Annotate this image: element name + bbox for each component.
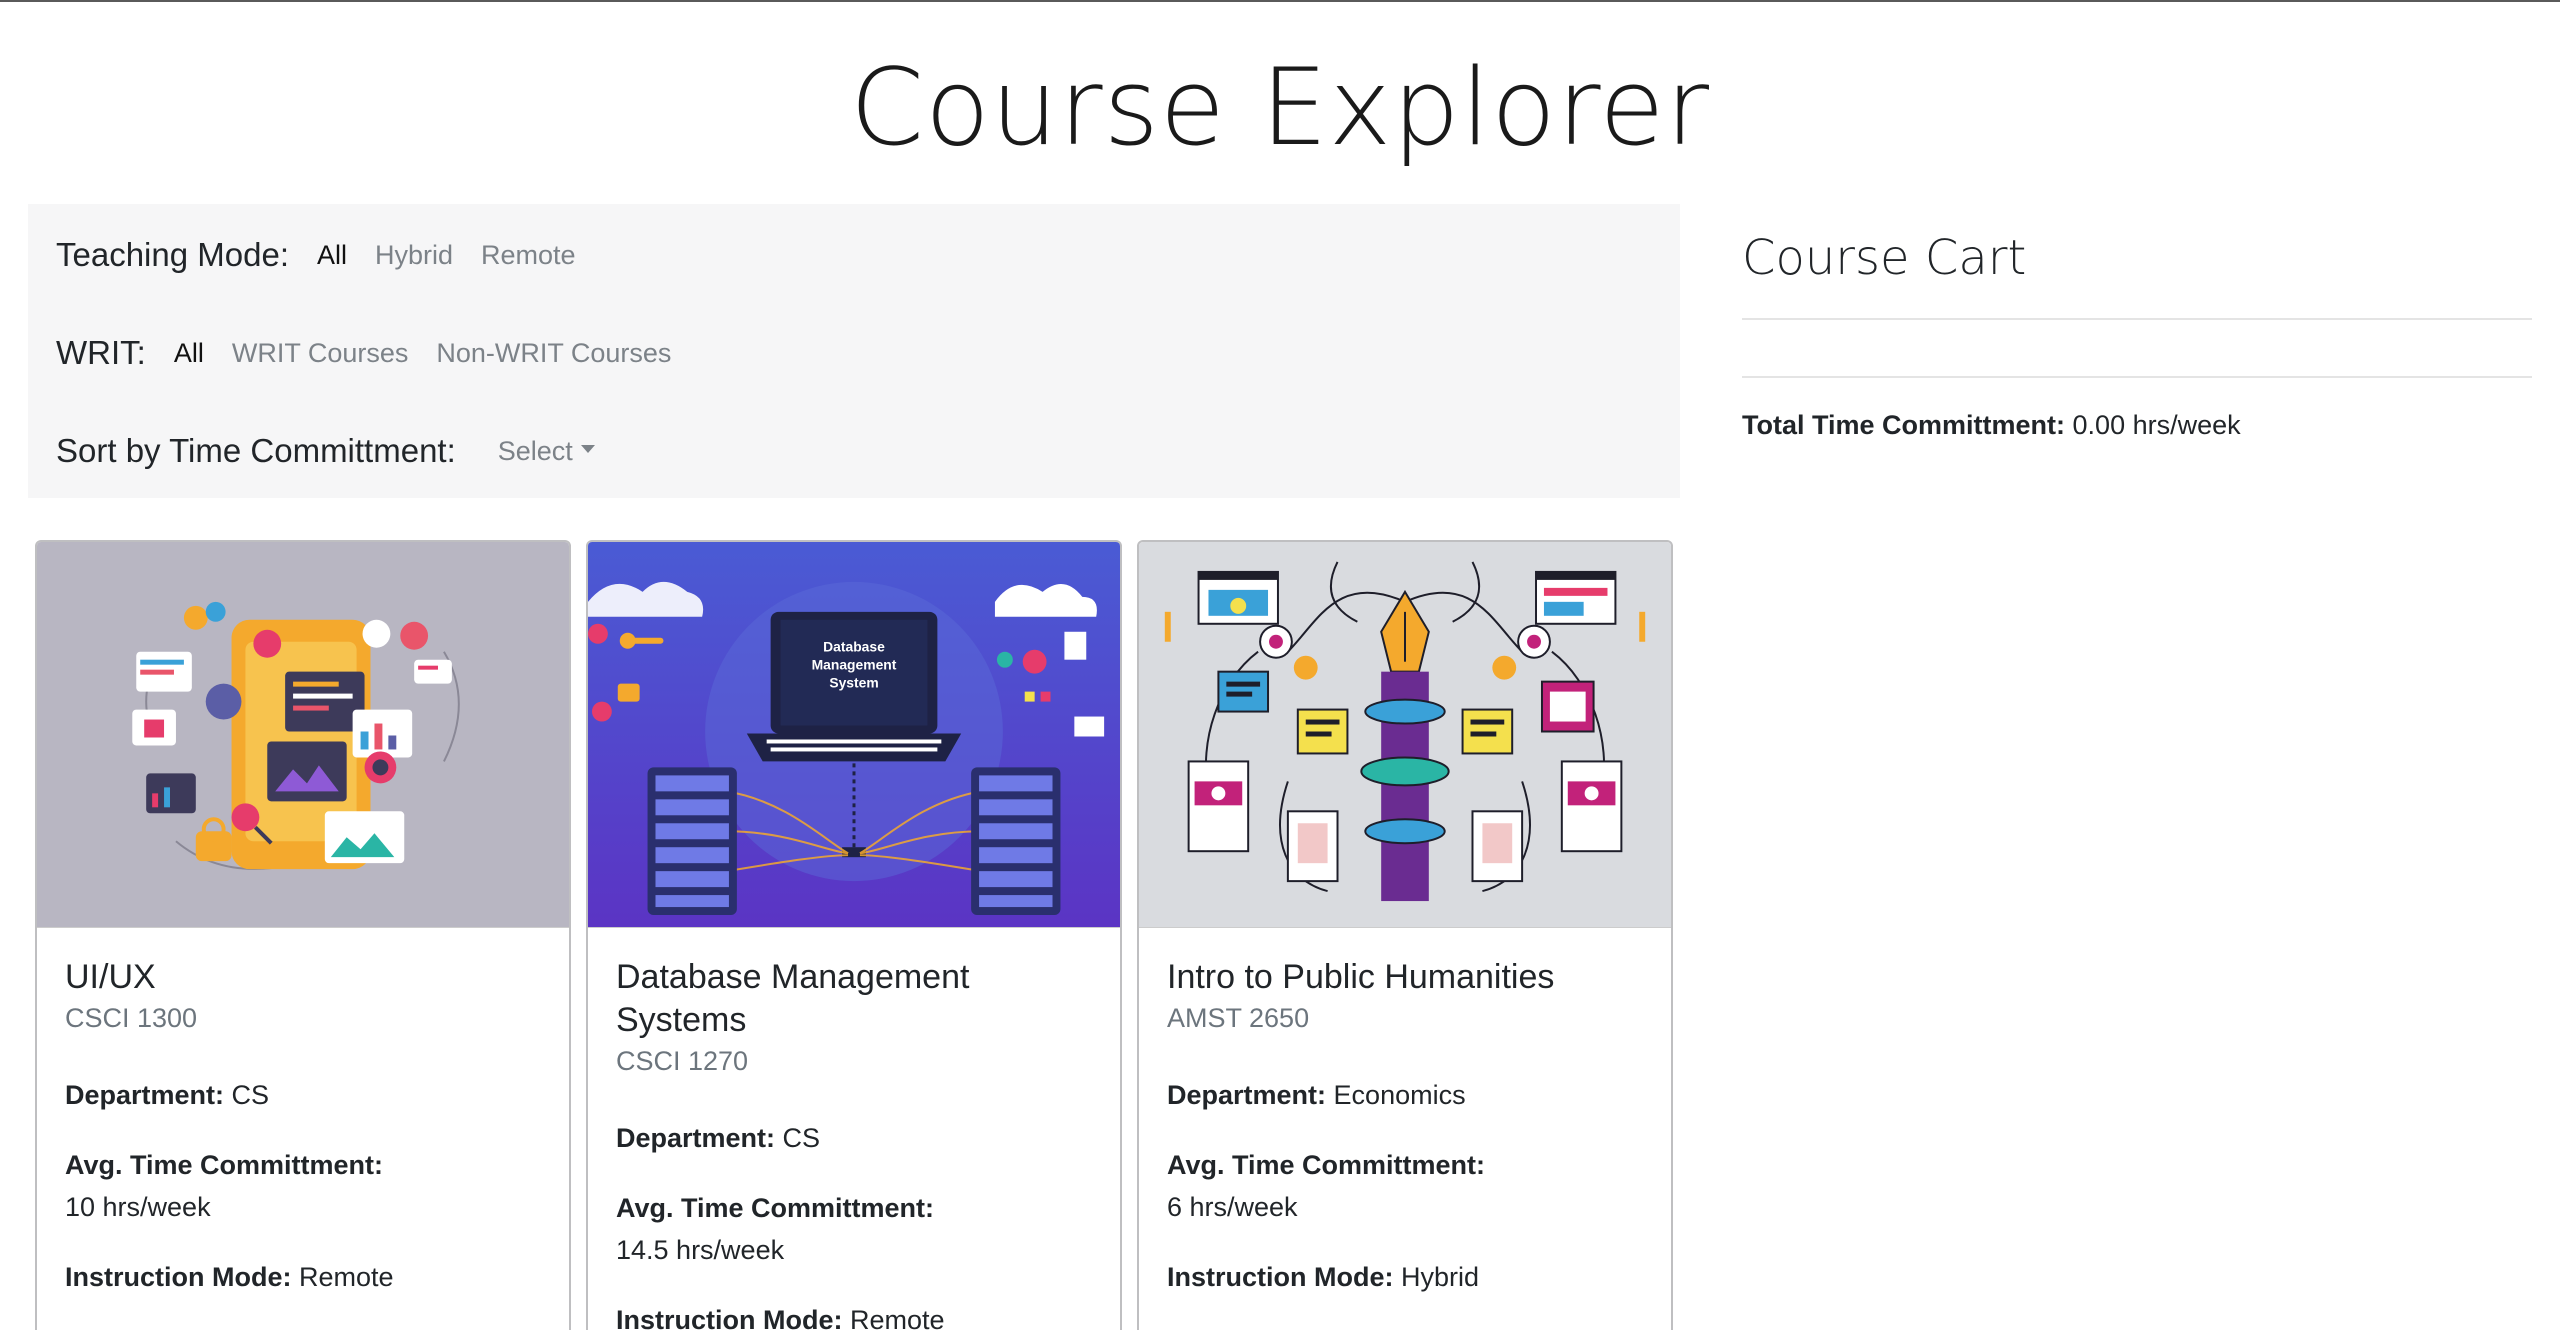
db-screen-line3: System xyxy=(829,675,878,691)
uiux-illustration xyxy=(37,542,569,928)
card-body: Intro to Public Humanities AMST 2650 Dep… xyxy=(1139,928,1671,1298)
time-label: Avg. Time Committment: xyxy=(616,1193,935,1223)
sort-dropdown[interactable]: Select xyxy=(498,436,595,467)
database-illustration: Database Management System xyxy=(588,542,1120,928)
cart-divider xyxy=(1742,318,2532,320)
db-screen-line1: Database xyxy=(823,639,885,655)
writ-courses[interactable]: WRIT Courses xyxy=(232,338,409,369)
caret-down-icon xyxy=(580,445,595,454)
department-label: Department: xyxy=(616,1123,776,1153)
time-label: Avg. Time Committment: xyxy=(65,1150,384,1180)
time-value: 6 hrs/week xyxy=(1167,1192,1298,1222)
course-card[interactable]: Database Management System Database Mana… xyxy=(586,540,1122,1330)
mode-label: Instruction Mode: xyxy=(616,1305,843,1330)
course-card[interactable]: Intro to Public Humanities AMST 2650 Dep… xyxy=(1137,540,1673,1330)
course-department: Department: CS xyxy=(616,1117,1092,1159)
mode-value: Remote xyxy=(299,1262,394,1292)
department-value: CS xyxy=(231,1080,270,1110)
time-value: 10 hrs/week xyxy=(65,1192,211,1222)
teaching-mode-all[interactable]: All xyxy=(317,240,347,271)
humanities-illustration xyxy=(1139,542,1671,928)
course-time: Avg. Time Committment: 10 hrs/week xyxy=(65,1144,541,1228)
teaching-mode-label: Teaching Mode: xyxy=(56,236,289,273)
mode-value: Remote xyxy=(850,1305,945,1330)
course-mode: Instruction Mode: Remote xyxy=(616,1299,1092,1330)
writ-all[interactable]: All xyxy=(174,338,204,369)
writ-label: WRIT: xyxy=(56,334,146,371)
card-body: UI/UX CSCI 1300 Department: CS Avg. Time… xyxy=(37,928,569,1298)
teaching-mode-filter: Teaching Mode: All Hybrid Remote xyxy=(56,232,604,278)
course-mode: Instruction Mode: Hybrid xyxy=(1167,1256,1643,1298)
course-department: Department: CS xyxy=(65,1074,541,1116)
mode-label: Instruction Mode: xyxy=(1167,1262,1394,1292)
cart-total: Total Time Committment: 0.00 hrs/week xyxy=(1742,410,2241,441)
db-screen-line2: Management xyxy=(812,657,897,673)
course-code: CSCI 1270 xyxy=(616,1046,749,1076)
course-department: Department: Economics xyxy=(1167,1074,1643,1116)
cart-divider xyxy=(1742,376,2532,378)
sort-label: Sort by Time Committment: xyxy=(56,432,456,469)
non-writ-courses[interactable]: Non-WRIT Courses xyxy=(436,338,671,369)
cart-total-value: 0.00 hrs/week xyxy=(2072,410,2241,440)
course-time: Avg. Time Committment: 14.5 hrs/week xyxy=(616,1187,1092,1271)
course-card[interactable]: UI/UX CSCI 1300 Department: CS Avg. Time… xyxy=(35,540,571,1330)
cart-title: Course Cart xyxy=(1742,230,2027,286)
cart-total-label: Total Time Committment: xyxy=(1742,410,2066,440)
department-label: Department: xyxy=(1167,1080,1327,1110)
department-label: Department: xyxy=(65,1080,225,1110)
time-label: Avg. Time Committment: xyxy=(1167,1150,1486,1180)
course-title: Database Management Systems xyxy=(616,958,970,1039)
course-title: UI/UX xyxy=(65,958,156,996)
filter-panel: Teaching Mode: All Hybrid Remote WRIT: A… xyxy=(28,204,1680,498)
mode-label: Instruction Mode: xyxy=(65,1262,292,1292)
writ-filter: WRIT: All WRIT Courses Non-WRIT Courses xyxy=(56,330,699,376)
course-code: AMST 2650 xyxy=(1167,1003,1310,1033)
course-title: Intro to Public Humanities xyxy=(1167,958,1555,996)
department-value: CS xyxy=(782,1123,821,1153)
teaching-mode-remote[interactable]: Remote xyxy=(481,240,576,271)
course-code: CSCI 1300 xyxy=(65,1003,198,1033)
page-title: Course Explorer xyxy=(849,46,1711,169)
sort-dropdown-label: Select xyxy=(497,435,573,466)
teaching-mode-hybrid[interactable]: Hybrid xyxy=(375,240,453,271)
mode-value: Hybrid xyxy=(1401,1262,1480,1292)
sort-filter: Sort by Time Committment: Select xyxy=(56,428,623,474)
course-mode: Instruction Mode: Remote xyxy=(65,1256,541,1298)
page: Course Explorer Teaching Mode: All Hybri… xyxy=(0,0,2560,1330)
department-value: Economics xyxy=(1333,1080,1466,1110)
card-body: Database Management Systems CSCI 1270 De… xyxy=(588,928,1120,1330)
time-value: 14.5 hrs/week xyxy=(616,1235,785,1265)
course-time: Avg. Time Committment: 6 hrs/week xyxy=(1167,1144,1643,1228)
